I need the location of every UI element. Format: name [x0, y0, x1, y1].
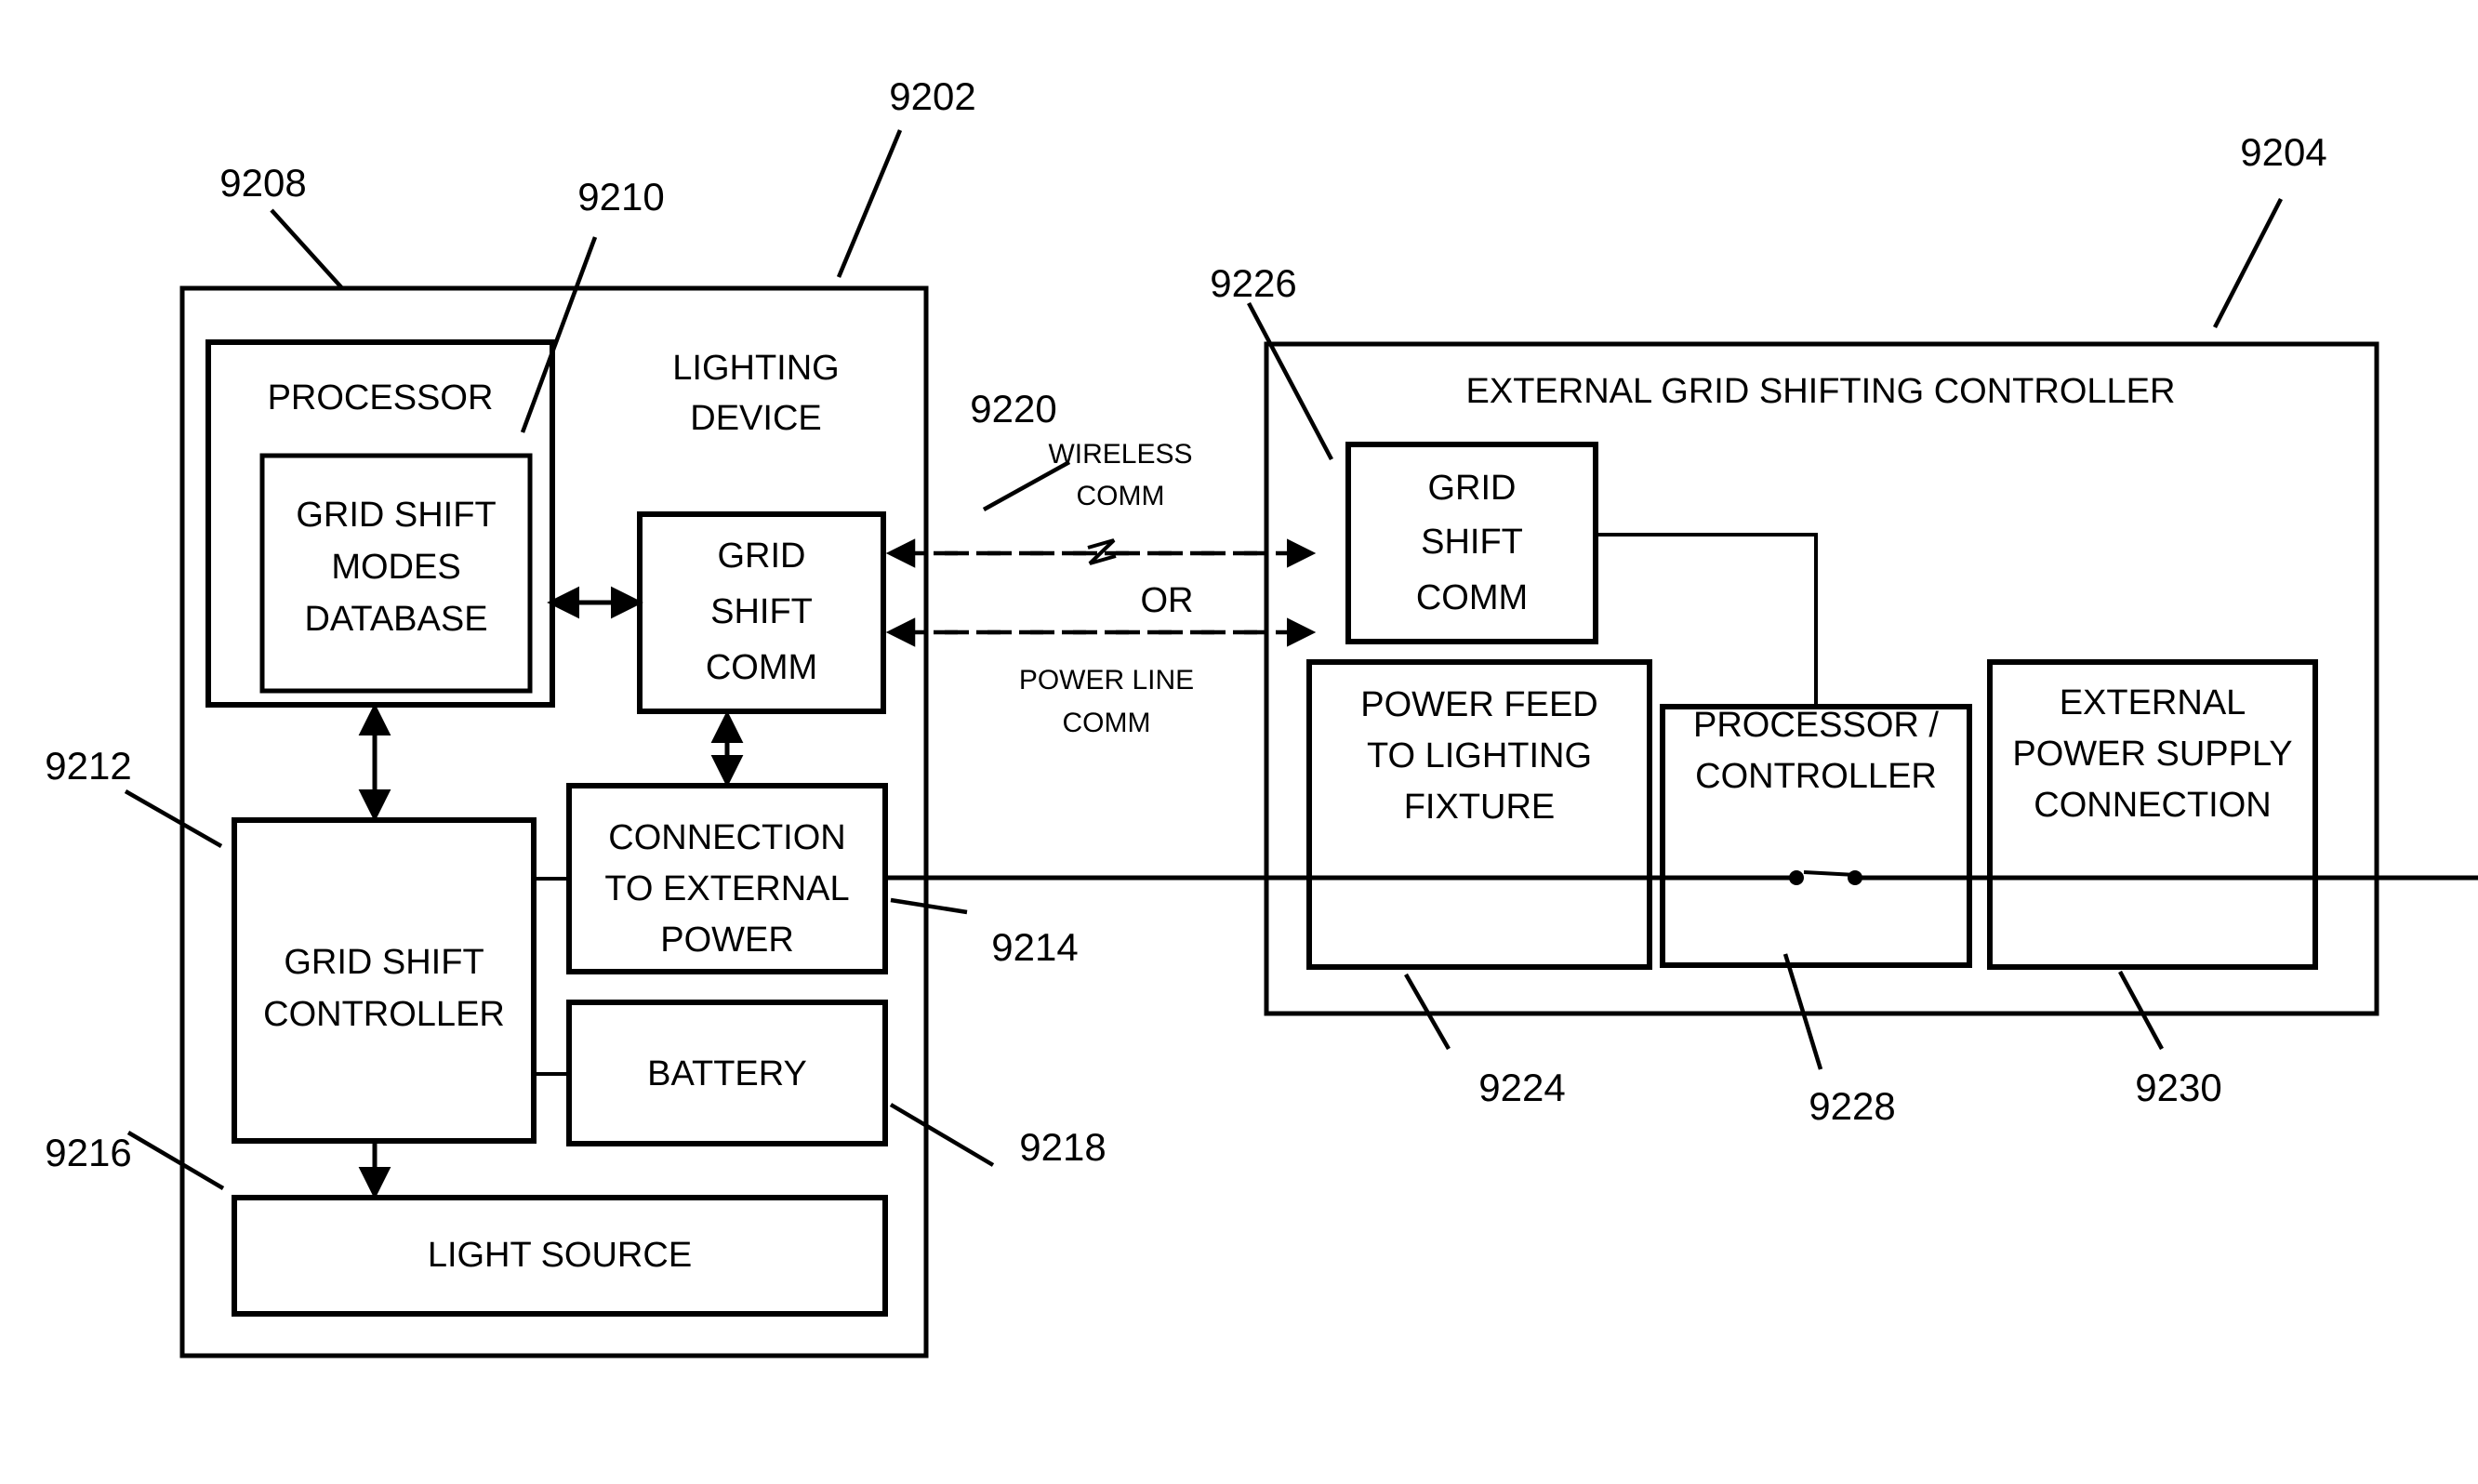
patent-figure-canvas: LIGHTING DEVICE PROCESSOR GRID SHIFT MOD…: [0, 0, 2478, 1484]
leader-9210: [520, 236, 598, 433]
processor-controller-line2: CONTROLLER: [1695, 757, 1937, 796]
refnum-9228: 9228: [1809, 1084, 1895, 1128]
power-feed-line2: TO LIGHTING: [1367, 736, 1592, 775]
refnum-9208: 9208: [219, 161, 306, 205]
processor-controller-box: [1660, 704, 1972, 968]
controller-gridshiftcomm-line3: COMM: [1416, 578, 1528, 617]
connector-gridshiftcomm-to-processor: [1596, 533, 1818, 707]
connection-power-line2: TO EXTERNAL: [604, 869, 849, 908]
switch-contact-left-icon: [1789, 870, 1804, 885]
refnum-9216: 9216: [45, 1131, 131, 1174]
refnum-9220: 9220: [970, 387, 1056, 431]
refnum-9218: 9218: [1019, 1125, 1106, 1169]
external-supply-line3: CONNECTION: [2034, 786, 2271, 825]
refnum-9204: 9204: [2240, 130, 2326, 174]
processor-label: PROCESSOR: [268, 378, 494, 417]
leader-9218: [889, 1103, 995, 1167]
controller-gridshiftcomm-line2: SHIFT: [1421, 523, 1523, 562]
device-gridshiftcomm-line1: GRID: [718, 537, 806, 576]
power-line-comm-label-line1: POWER LINE: [1019, 665, 1194, 696]
external-supply-line1: EXTERNAL: [2060, 683, 2246, 722]
connection-power-line3: POWER: [660, 921, 794, 960]
refnum-9224: 9224: [1478, 1066, 1565, 1109]
power-feed-line3: FIXTURE: [1404, 788, 1556, 827]
refnum-9210: 9210: [577, 175, 664, 219]
database-label-line3: DATABASE: [304, 600, 487, 639]
leader-9230: [2118, 970, 2164, 1051]
leader-9202: [836, 129, 903, 278]
database-label-line1: GRID SHIFT: [296, 496, 496, 535]
refnum-9226: 9226: [1210, 261, 1296, 305]
controller-gridshiftcomm-line1: GRID: [1428, 469, 1517, 508]
battery-label: BATTERY: [647, 1054, 807, 1093]
device-gridshiftcomm-line3: COMM: [706, 648, 817, 687]
connection-power-line1: CONNECTION: [608, 818, 845, 857]
gridshiftcontroller-line2: CONTROLLER: [263, 995, 505, 1034]
leader-9212: [124, 789, 223, 848]
external-controller-title: EXTERNAL GRID SHIFTING CONTROLLER: [1466, 372, 2176, 411]
wireless-comm-label-line2: COMM: [1077, 481, 1165, 511]
or-label: OR: [1141, 581, 1194, 620]
gridshiftcontroller-line1: GRID SHIFT: [284, 943, 484, 982]
lighting-device-title-line1: LIGHTING: [672, 349, 839, 388]
database-label-line2: MODES: [331, 548, 460, 587]
external-supply-line2: POWER SUPPLY: [2012, 735, 2292, 774]
wireless-comm-label-line1: WIRELESS: [1048, 439, 1192, 470]
leader-9208: [270, 208, 344, 290]
lighting-device-title-line2: DEVICE: [690, 399, 821, 438]
switch-blade-icon: [1803, 870, 1857, 877]
leader-9204: [2212, 197, 2284, 329]
refnum-9214: 9214: [991, 925, 1078, 969]
refnum-9230: 9230: [2135, 1066, 2221, 1109]
light-source-label: LIGHT SOURCE: [428, 1236, 692, 1275]
power-feed-line1: POWER FEED: [1360, 685, 1597, 724]
leader-9216: [126, 1131, 225, 1190]
processor-controller-line1: PROCESSOR /: [1693, 706, 1939, 745]
leader-9214: [890, 897, 968, 915]
device-gridshiftcomm-line2: SHIFT: [710, 592, 813, 631]
block-diagram: LIGHTING DEVICE PROCESSOR GRID SHIFT MOD…: [45, 74, 2478, 1358]
power-line-comm-label-line2: COMM: [1063, 708, 1151, 738]
refnum-9212: 9212: [45, 744, 131, 788]
switch-contact-right-icon: [1848, 870, 1862, 885]
refnum-9202: 9202: [889, 74, 975, 118]
leader-9226: [1247, 301, 1333, 461]
